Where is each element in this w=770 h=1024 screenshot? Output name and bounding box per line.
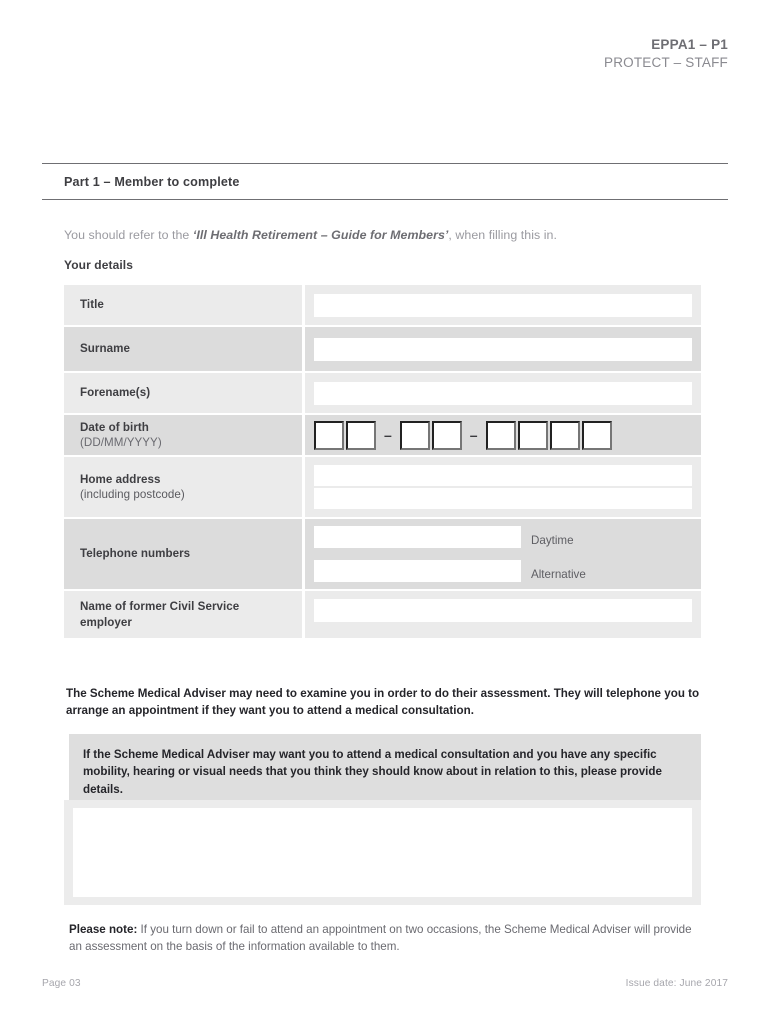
please-note-body: If you turn down or fail to attend an ap…	[69, 923, 692, 954]
table-row-telephone-numbers: Telephone numbers Daytime Alternative	[64, 519, 701, 589]
details-answer-container	[64, 800, 701, 905]
home-address-line-2-input[interactable]	[314, 488, 692, 509]
row-label-home-address: Home address (including postcode)	[64, 457, 302, 517]
footer-issue-date: Issue date: June 2017	[625, 978, 728, 989]
home-address-label: Home address	[80, 472, 161, 486]
dob-day-1[interactable]	[314, 420, 344, 450]
row-label-forenames: Forename(s)	[64, 373, 302, 413]
intro-before: You should refer to the	[64, 228, 193, 242]
medical-adviser-paragraph: The Scheme Medical Adviser may need to e…	[66, 687, 700, 718]
row-label-former-employer: Name of former Civil Service employer	[64, 591, 302, 638]
dob-separator-1: –	[384, 427, 392, 443]
telephone-alternative-line: Alternative	[314, 559, 692, 582]
page-footer: Page 03 Issue date: June 2017	[42, 978, 728, 989]
row-label-telephone-numbers: Telephone numbers	[64, 519, 302, 589]
row-label-date-of-birth: Date of birth (DD/MM/YYYY)	[64, 415, 302, 455]
table-row-date-of-birth: Date of birth (DD/MM/YYYY) – –	[64, 415, 701, 455]
date-of-birth-group: – –	[314, 420, 692, 450]
dob-year-2[interactable]	[517, 420, 548, 450]
details-answer-textarea[interactable]	[73, 808, 692, 897]
telephone-daytime-label: Daytime	[531, 534, 574, 548]
table-row-home-address: Home address (including postcode)	[64, 457, 701, 517]
row-label-title: Title	[64, 285, 302, 325]
row-field-title	[305, 285, 701, 325]
document-code: EPPA1 – P1	[651, 37, 728, 52]
title-input[interactable]	[314, 293, 692, 317]
former-employer-input[interactable]	[314, 599, 692, 622]
dob-year-4[interactable]	[581, 420, 612, 450]
home-address-line-1-input[interactable]	[314, 465, 692, 486]
telephone-daytime-line: Daytime	[314, 526, 692, 549]
section-label-your-details: Your details	[64, 258, 133, 272]
row-field-forenames	[305, 373, 701, 413]
intro-text: You should refer to the ‘Ill Health Reti…	[64, 228, 724, 242]
please-note-text: Please note: If you turn down or fail to…	[69, 921, 703, 956]
dob-day-2[interactable]	[346, 420, 376, 450]
document-classification: PROTECT – STAFF	[603, 54, 728, 70]
row-field-home-address	[305, 457, 701, 517]
row-field-former-employer	[305, 591, 701, 638]
dob-label-format: (DD/MM/YYYY)	[80, 436, 162, 449]
part-banner: Part 1 – Member to complete	[42, 163, 728, 200]
dob-month-2[interactable]	[431, 420, 462, 450]
telephone-alternative-label: Alternative	[531, 567, 586, 581]
please-note-lead: Please note:	[69, 923, 138, 936]
row-label-surname: Surname	[64, 327, 302, 371]
dob-separator-2: –	[469, 427, 478, 443]
telephone-alternative-input[interactable]	[314, 559, 521, 582]
document-header: EPPA1 – P1 PROTECT – STAFF	[604, 36, 728, 72]
row-field-date-of-birth: – –	[305, 415, 701, 455]
forenames-input[interactable]	[314, 381, 692, 405]
part-title: Part 1 – Member to complete	[64, 175, 240, 189]
surname-input[interactable]	[314, 337, 692, 361]
table-row-former-employer: Name of former Civil Service employer	[64, 591, 701, 638]
intro-after: , when filling this in.	[448, 228, 557, 242]
dob-month-1[interactable]	[399, 420, 430, 450]
table-row-forenames: Forename(s)	[64, 373, 701, 413]
form-page: EPPA1 – P1 PROTECT – STAFF Part 1 – Memb…	[0, 0, 770, 1024]
table-row-title: Title	[64, 285, 701, 325]
home-address-sublabel: (including postcode)	[80, 488, 185, 501]
dob-label-main: Date of birth	[80, 420, 149, 434]
dob-year-3[interactable]	[549, 420, 580, 450]
telephone-daytime-input[interactable]	[314, 526, 521, 549]
table-row-surname: Surname	[64, 327, 701, 371]
dob-year-1[interactable]	[485, 420, 516, 450]
footer-page-number: Page 03	[42, 978, 81, 989]
row-field-surname	[305, 327, 701, 371]
row-field-telephone-numbers: Daytime Alternative	[305, 519, 701, 589]
guide-title: ‘Ill Health Retirement – Guide for Membe…	[192, 228, 449, 242]
details-form-table: Title Surname Forename(s) Date of birth …	[64, 285, 701, 640]
